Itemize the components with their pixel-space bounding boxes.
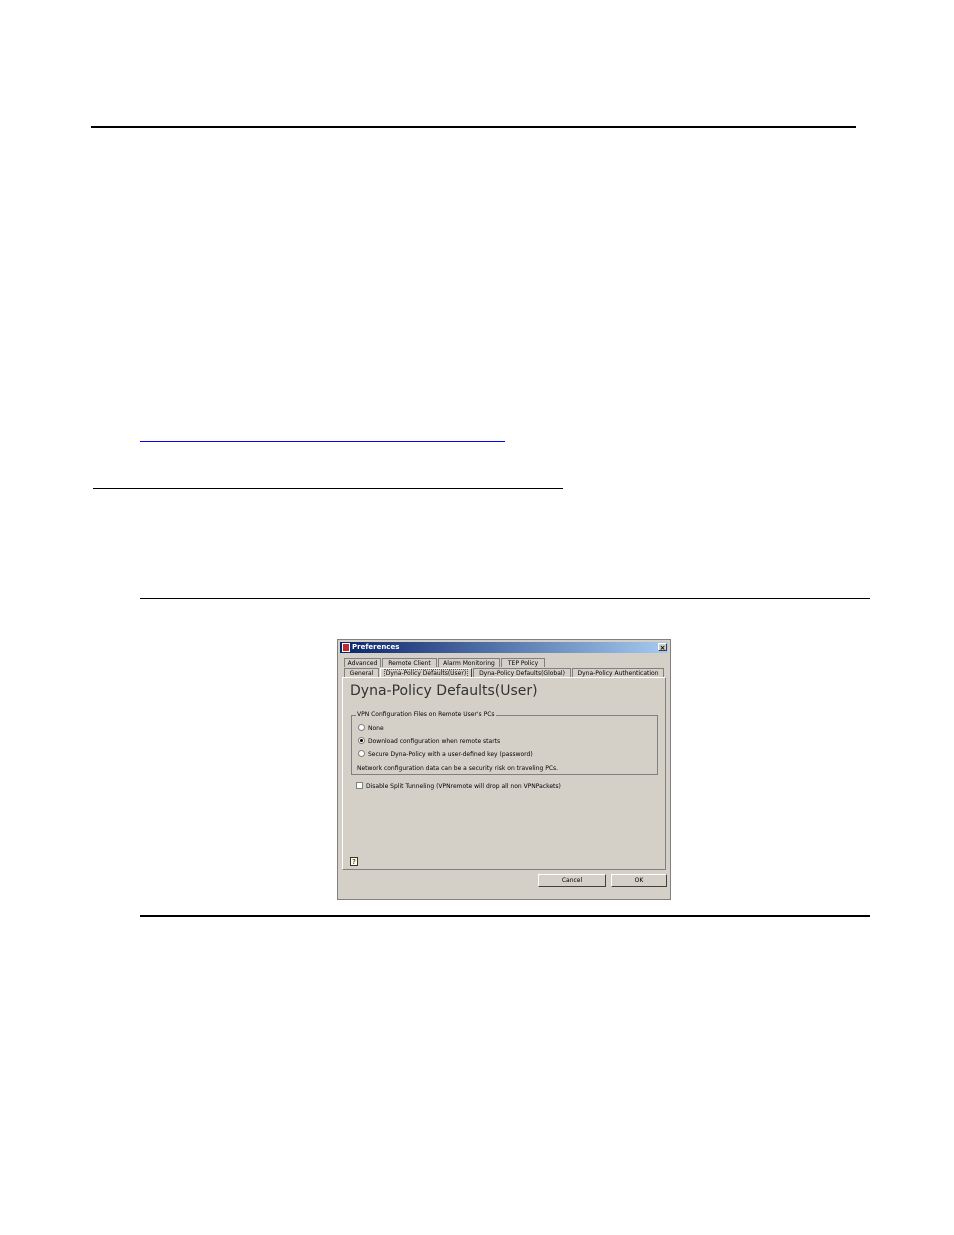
radio-button[interactable] xyxy=(358,724,365,731)
close-button[interactable]: × xyxy=(658,643,667,652)
link-underline[interactable] xyxy=(140,441,505,442)
tab-general[interactable]: General xyxy=(344,668,379,677)
section-rule xyxy=(93,488,563,489)
tab-dyna-policy-user[interactable]: Dyna-Policy Defaults(User) xyxy=(380,668,472,677)
tab-dyna-policy-global[interactable]: Dyna-Policy Defaults(Global) xyxy=(473,668,571,677)
split-tunneling-checkbox[interactable] xyxy=(356,782,363,789)
top-rule xyxy=(91,126,856,128)
radio-label: None xyxy=(368,725,384,732)
preferences-dialog: Preferences × Advanced Remote Client Ala… xyxy=(337,639,671,900)
radio-none[interactable]: None xyxy=(358,724,384,733)
radio-button[interactable] xyxy=(358,750,365,757)
dialog-titlebar[interactable]: Preferences × xyxy=(340,642,668,653)
radio-button-checked[interactable] xyxy=(358,737,365,744)
tab-label: Remote Client xyxy=(388,660,431,667)
tab-remote-client[interactable]: Remote Client xyxy=(382,658,437,667)
tab-label: Dyna-Policy Defaults(Global) xyxy=(479,670,565,677)
radio-label: Secure Dyna-Policy with a user-defined k… xyxy=(368,751,533,758)
tab-label: Dyna-Policy Authentication xyxy=(577,670,659,677)
tab-advanced[interactable]: Advanced xyxy=(344,658,381,667)
groupbox-title: VPN Configuration Files on Remote User's… xyxy=(356,711,496,718)
tab-dyna-policy-authentication[interactable]: Dyna-Policy Authentication xyxy=(572,668,664,677)
tab-tep-policy[interactable]: TEP Policy xyxy=(501,658,545,667)
figure-top-rule xyxy=(140,598,870,599)
cancel-button[interactable]: Cancel xyxy=(538,874,606,887)
radio-label: Download configuration when remote start… xyxy=(368,738,501,745)
tab-panel: Dyna-Policy Defaults(User) VPN Configura… xyxy=(342,677,666,870)
checkbox-label: Disable Split Tunneling (VPNremote will … xyxy=(366,783,561,790)
tab-label: Advanced xyxy=(347,660,378,667)
help-icon[interactable]: ? xyxy=(350,857,358,866)
app-icon xyxy=(342,643,350,652)
vpn-config-groupbox: VPN Configuration Files on Remote User's… xyxy=(351,711,658,775)
split-tunneling-option[interactable]: Disable Split Tunneling (VPNremote will … xyxy=(356,782,561,791)
tab-alarm-monitoring[interactable]: Alarm Monitoring xyxy=(438,658,500,667)
radio-secure-dyna-policy[interactable]: Secure Dyna-Policy with a user-defined k… xyxy=(358,750,533,759)
figure-bottom-rule xyxy=(140,915,870,917)
tab-label: TEP Policy xyxy=(507,660,539,667)
security-note: Network configuration data can be a secu… xyxy=(357,765,559,772)
dialog-title: Preferences xyxy=(352,643,400,651)
radio-download-config[interactable]: Download configuration when remote start… xyxy=(358,737,500,746)
tab-label: General xyxy=(349,670,374,677)
tab-label: Dyna-Policy Defaults(User) xyxy=(383,669,469,677)
ok-button[interactable]: OK xyxy=(611,874,667,887)
panel-title: Dyna-Policy Defaults(User) xyxy=(350,683,538,699)
tab-label: Alarm Monitoring xyxy=(443,660,495,667)
